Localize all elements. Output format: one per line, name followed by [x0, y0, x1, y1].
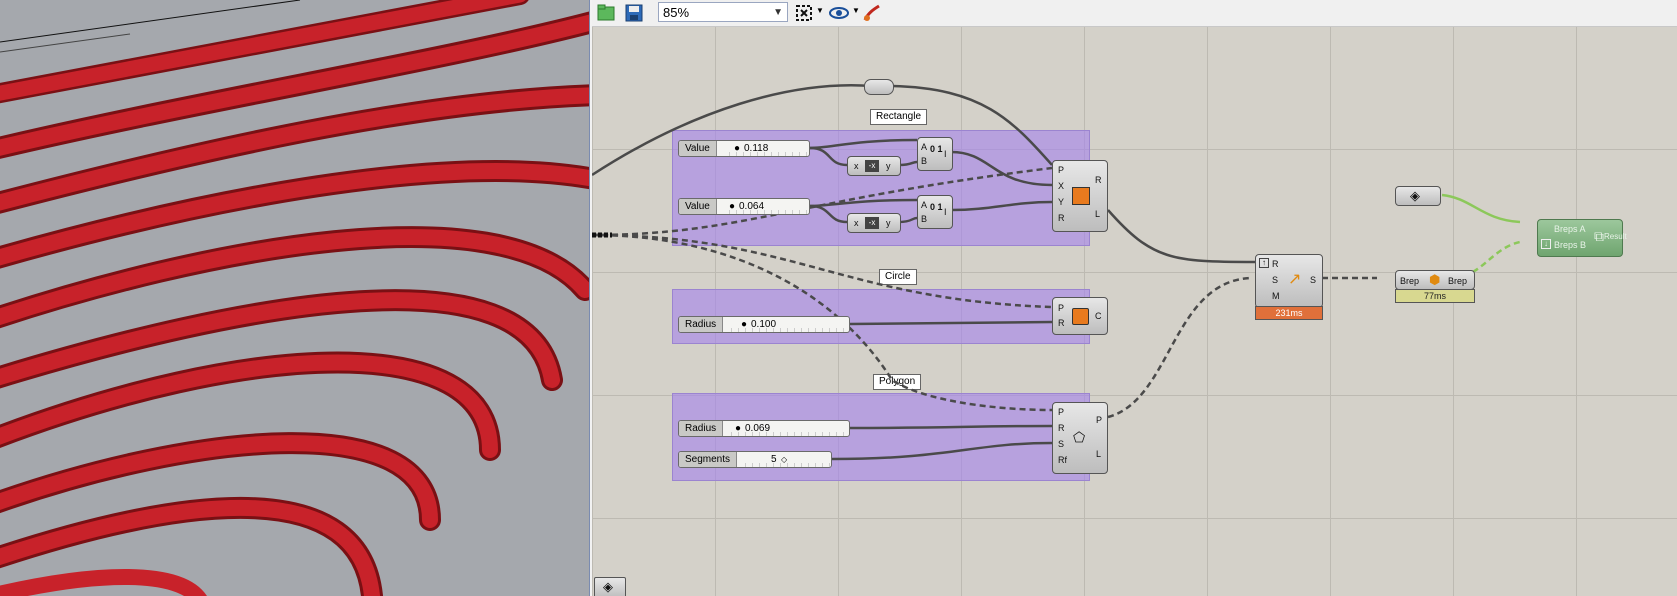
brep-param[interactable]: Brep ⬢ Brep — [1395, 270, 1475, 290]
zoom-value: 85% — [663, 5, 690, 20]
geometry-param[interactable]: ◈ — [1395, 186, 1441, 206]
flatten-icon: ↑ — [1259, 258, 1269, 268]
rhino-viewport[interactable] — [0, 0, 589, 596]
slider-grip-icon: ● — [729, 201, 736, 212]
zoom-select[interactable]: 85% ▼ — [658, 2, 788, 22]
gate-icon: 0 1 — [930, 202, 943, 212]
grasshopper-canvas[interactable]: 85% ▼ ▼ ▼ Rectangle Circle Polygon Value… — [592, 0, 1677, 596]
canvas-widget-button[interactable]: ◈ — [594, 577, 626, 596]
circle-radius-slider[interactable]: Radius ● 0.100 — [678, 316, 850, 333]
polygon-icon: ⬠ — [1073, 429, 1086, 445]
sweep-component[interactable]: ↑ R S M ↗ S — [1255, 254, 1323, 308]
canvas-toolbar: 85% ▼ ▼ ▼ — [592, 0, 1677, 27]
slider-grip-icon: ● — [741, 319, 748, 330]
sweep-timer: 231ms — [1255, 306, 1323, 320]
geometry-icon: ◈ — [603, 579, 613, 594]
circle-component[interactable]: P R C — [1052, 297, 1108, 335]
sketch-brush-icon[interactable] — [862, 3, 882, 23]
geometry-icon: ◈ — [1410, 188, 1420, 203]
chevron-down-icon[interactable]: ▼ — [816, 6, 824, 15]
rectangle-icon — [1072, 187, 1090, 205]
save-icon[interactable] — [624, 3, 644, 23]
expression-component-2[interactable]: x -x y — [847, 213, 901, 233]
expression-icon: -x — [865, 160, 879, 172]
chevron-down-icon: ▼ — [773, 7, 783, 18]
brep-icon: ⬢ — [1429, 272, 1441, 287]
open-file-icon[interactable] — [596, 3, 616, 23]
gate-icon: 0 1 — [930, 144, 943, 154]
rectangle-component[interactable]: P X Y R R L — [1052, 160, 1108, 232]
chevron-down-icon[interactable]: ▼ — [852, 6, 860, 15]
boolean-union-component[interactable]: Breps A Breps B ↓ ⧉ Result — [1537, 219, 1627, 257]
polygon-radius-slider[interactable]: Radius ● 0.069 — [678, 420, 850, 437]
value-slider-2[interactable]: Value ● 0.064 — [678, 198, 810, 215]
value-slider-1[interactable]: Value ● 0.118 — [678, 140, 810, 157]
gate-component-1[interactable]: A B 0 1 I — [917, 137, 953, 171]
polygon-group-label: Polygon — [873, 374, 922, 390]
brep-timer: 77ms — [1395, 289, 1475, 303]
relay-node[interactable] — [864, 79, 894, 95]
gate-component-2[interactable]: A B 0 1 I — [917, 195, 953, 229]
zoom-extents-icon[interactable] — [794, 3, 814, 23]
viewport-render — [0, 0, 589, 596]
preview-eye-icon[interactable] — [828, 3, 849, 23]
circle-icon — [1072, 308, 1089, 325]
slider-grip-icon: ● — [734, 143, 741, 154]
expression-icon: -x — [865, 217, 879, 229]
graft-icon: ↓ — [1541, 239, 1551, 249]
circle-group-label: Circle — [879, 269, 917, 285]
expression-component-1[interactable]: x -x y — [847, 156, 901, 176]
union-icon: ⧉ — [1594, 228, 1604, 244]
polygon-component[interactable]: P R S Rf ⬠ P L — [1052, 402, 1108, 474]
segments-slider[interactable]: Segments 5 ◇ — [678, 451, 832, 468]
slider-grip-icon: ◇ — [781, 455, 788, 464]
sweep-icon: ↗ — [1288, 271, 1302, 288]
slider-grip-icon: ● — [735, 423, 742, 434]
rectangle-group-label: Rectangle — [870, 109, 928, 125]
